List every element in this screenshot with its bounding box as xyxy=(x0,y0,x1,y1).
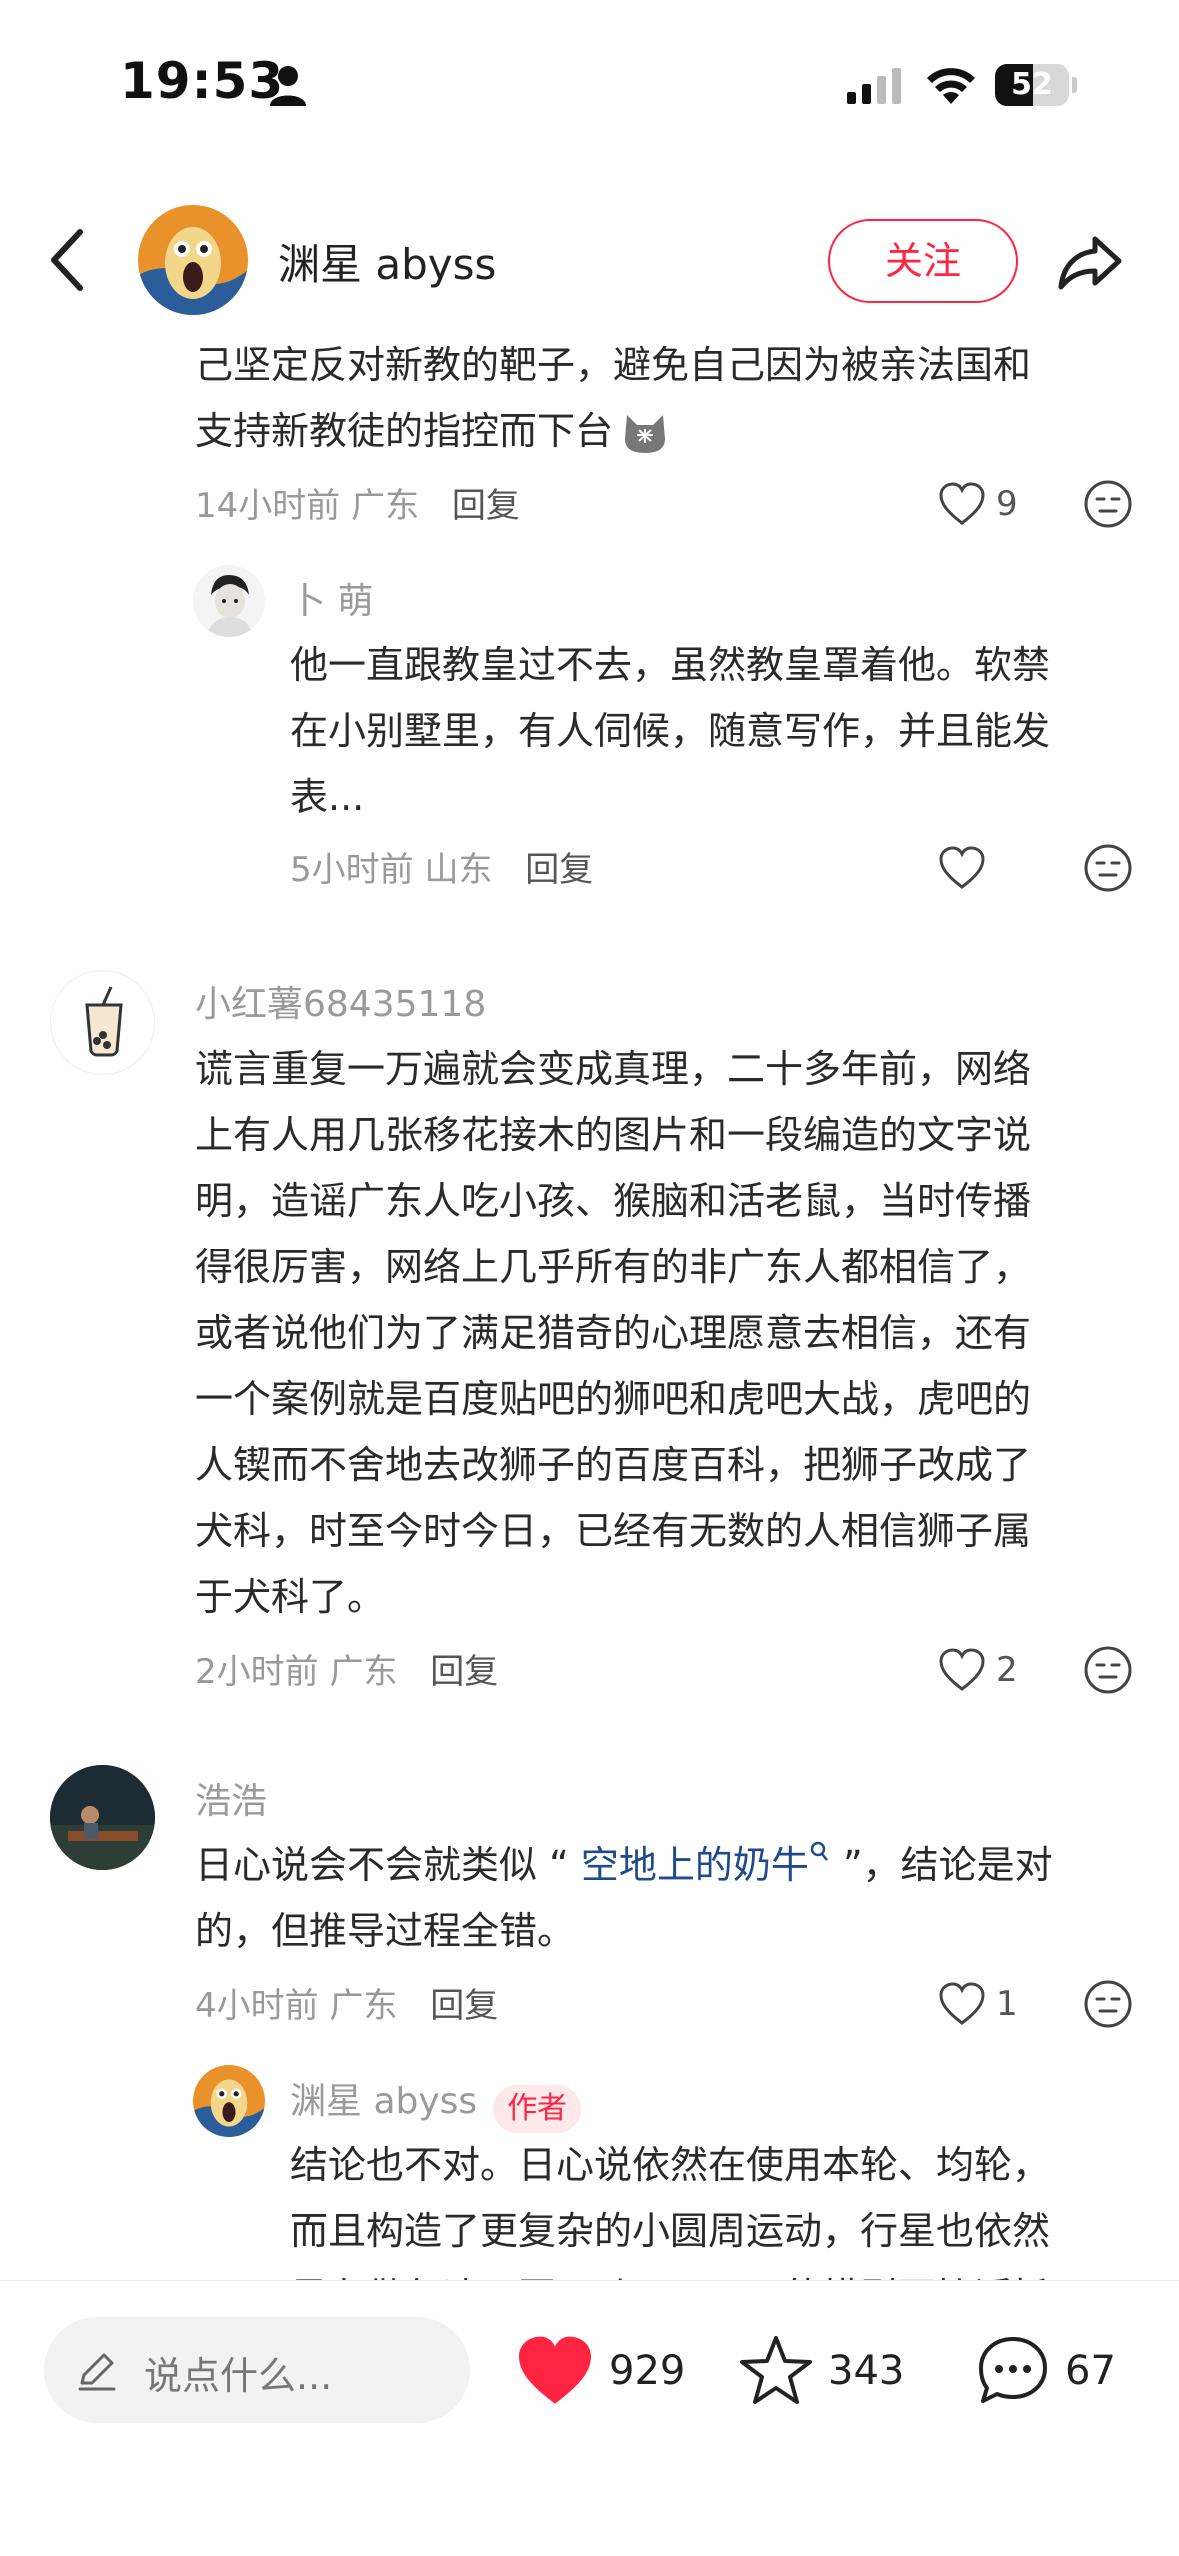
share-icon[interactable] xyxy=(1055,225,1127,297)
emoji-reaction-icon[interactable] xyxy=(1082,1644,1134,1696)
note-header: 渊星 abyss 关注 xyxy=(0,195,1179,325)
reply-button[interactable]: 回复 xyxy=(430,1986,498,2026)
heart-outline-icon xyxy=(939,846,985,889)
reply-meta: 5小时前 山东 回复 xyxy=(290,850,594,890)
heart-outline-icon xyxy=(939,482,985,525)
like-button[interactable]: 1 xyxy=(938,1974,1018,2034)
reply-username[interactable]: 渊星 abyss xyxy=(290,2081,477,2122)
bottom-action-bar: 说点什么... 929 343 67 xyxy=(0,2280,1179,2556)
like-button[interactable]: 2 xyxy=(938,1640,1018,1700)
comment-count: 67 xyxy=(1065,2348,1116,2394)
emoji-reaction-icon[interactable] xyxy=(1082,1978,1134,2030)
comment-bubble-icon xyxy=(979,2337,1047,2403)
like-count: 1 xyxy=(996,1984,1018,2024)
comment-text-line: 犬科，时至今时今日，已经有无数的人相信狮子属 xyxy=(195,1509,1032,1553)
like-button[interactable] xyxy=(938,838,986,898)
comment-input-placeholder: 说点什么... xyxy=(144,2354,333,2398)
heart-outline-icon xyxy=(939,1648,985,1691)
search-link[interactable]: 空地上的奶牛 xyxy=(581,1843,809,1887)
like-note-button[interactable]: 929 xyxy=(515,2331,685,2411)
reply-button[interactable]: 回复 xyxy=(525,850,593,890)
collect-button[interactable]: 343 xyxy=(738,2331,904,2411)
comment-text-line: 或者说他们为了满足猎奇的心理愿意去相信，还有 xyxy=(195,1311,1032,1355)
comment-meta: 2小时前 广东 回复 xyxy=(195,1652,499,1692)
user-avatar[interactable] xyxy=(193,565,265,637)
comment-input[interactable]: 说点什么... xyxy=(44,2317,470,2423)
comment-text-line: 人锲而不舍地去改狮子的百度百科，把狮子改成了 xyxy=(195,1443,1032,1487)
like-count: 929 xyxy=(609,2348,686,2394)
user-avatar[interactable] xyxy=(50,970,155,1075)
battery-icon: 52 xyxy=(995,64,1077,106)
author-avatar[interactable] xyxy=(193,2065,265,2137)
user-avatar[interactable] xyxy=(50,1765,155,1870)
emoji-reaction-icon[interactable] xyxy=(1082,478,1134,530)
author-badge: 作者 xyxy=(493,2084,582,2133)
search-icon[interactable] xyxy=(809,1840,831,1866)
follow-button[interactable]: 关注 xyxy=(828,219,1018,303)
comment-username[interactable]: 浩浩 xyxy=(195,1772,267,1824)
back-icon[interactable] xyxy=(40,220,100,300)
collect-count: 343 xyxy=(828,2348,905,2394)
comment-username[interactable]: 小红薯68435118 xyxy=(195,975,486,1027)
reply-button[interactable]: 回复 xyxy=(430,1652,498,1692)
comment-text-line: 谎言重复一万遍就会变成真理，二十多年前，网络 xyxy=(195,1047,1032,1091)
comment-text: 己坚定反对新教的靶子，避免自己因为被亲法国和 支持新教徒的指控而下台 xyxy=(195,332,1145,464)
author-name[interactable]: 渊星 abyss xyxy=(278,231,496,292)
person-icon xyxy=(270,66,306,106)
reply-button[interactable]: 回复 xyxy=(452,486,520,526)
status-bar: 19:53 52 xyxy=(0,0,1179,170)
comment-text-line: 一个案例就是百度贴吧的狮吧和虎吧大战，虎吧的 xyxy=(195,1377,1032,1421)
reply-text: 他一直跟教皇过不去，虽然教皇罩着他。软禁 在小别墅里，有人伺候，随意写作，并且能… xyxy=(290,643,1051,819)
heart-filled-icon xyxy=(519,2336,591,2404)
heart-outline-icon xyxy=(939,1982,985,2025)
like-count: 9 xyxy=(996,484,1018,524)
wifi-icon xyxy=(927,68,975,104)
comment-text-line: 于犬科了。 xyxy=(195,1575,386,1619)
like-count: 2 xyxy=(996,1650,1018,1690)
comment-meta: 14小时前 广东 回复 xyxy=(195,486,520,526)
signal-icon xyxy=(847,68,901,104)
cat-emoji-icon xyxy=(625,415,666,453)
emoji-reaction-icon[interactable] xyxy=(1082,842,1134,894)
comment-text: 日心说会不会就类似 “ 空地上的奶牛 ”，结论是对 的，但推导过程全错。 xyxy=(195,1832,1155,1964)
comment-text-line: 上有人用几张移花接木的图片和一段编造的文字说 xyxy=(195,1113,1032,1157)
status-time: 19:53 xyxy=(120,52,285,110)
reply-username[interactable]: 卜 萌 xyxy=(290,572,373,624)
battery-level: 52 xyxy=(1011,67,1053,102)
comment-text: 谎言重复一万遍就会变成真理，二十多年前，网络 上有人用几张移花接木的图片和一段编造… xyxy=(195,1036,1155,1630)
comment-text-line: 明，造谣广东人吃小孩、猴脑和活老鼠，当时传播 xyxy=(195,1179,1032,1223)
comment-meta: 4小时前 广东 回复 xyxy=(195,1986,499,2026)
author-avatar[interactable] xyxy=(138,205,248,315)
comment-button[interactable]: 67 xyxy=(975,2331,1116,2411)
like-button[interactable]: 9 xyxy=(938,474,1018,534)
reply-header: 渊星 abyss 作者 xyxy=(290,2072,582,2133)
comment-text-line: 得很厉害，网络上几乎所有的非广东人都相信了， xyxy=(195,1245,1032,1289)
pen-icon xyxy=(78,2353,116,2391)
star-icon xyxy=(740,2336,812,2404)
